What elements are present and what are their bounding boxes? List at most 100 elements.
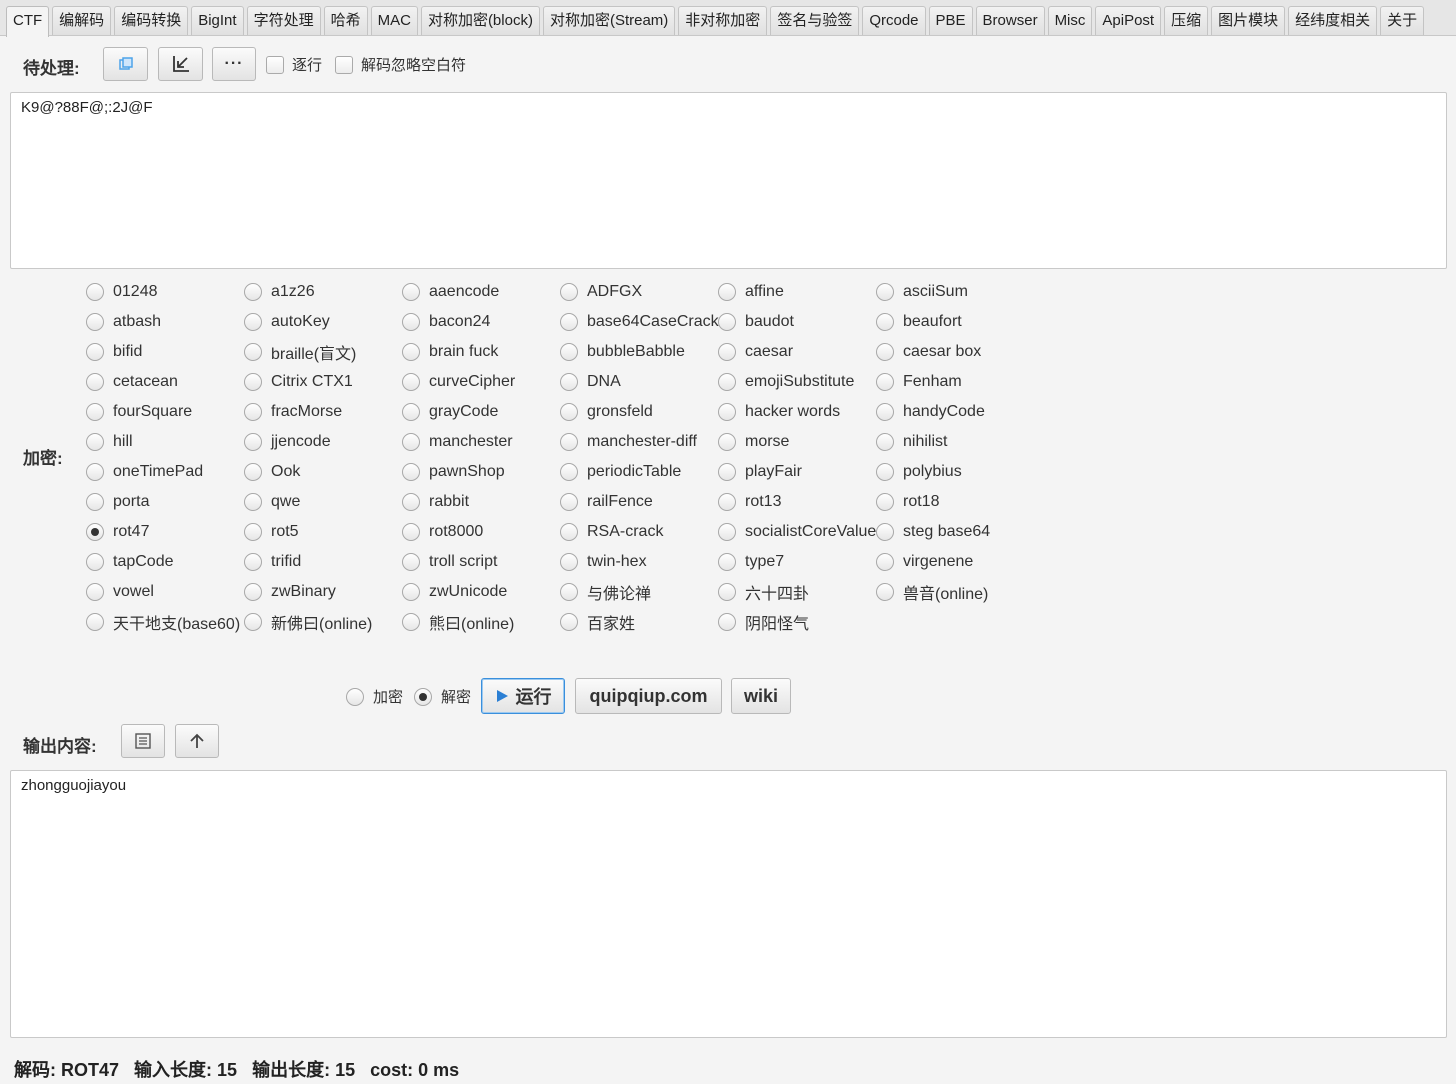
algorithm-option[interactable]: jjencode xyxy=(244,427,402,457)
algorithm-option[interactable]: rot5 xyxy=(244,517,402,547)
tab-item[interactable]: Misc xyxy=(1047,6,1093,35)
algorithm-option[interactable]: tapCode xyxy=(86,547,244,577)
tab-item[interactable]: Qrcode xyxy=(862,6,926,35)
algorithm-option[interactable]: 六十四卦 xyxy=(718,577,876,607)
algorithm-option[interactable]: virgenene xyxy=(876,547,1034,577)
line-by-line-checkbox[interactable]: 逐行 xyxy=(266,54,322,75)
algorithm-option[interactable]: base64CaseCrack xyxy=(560,307,719,337)
tab-item[interactable]: 对称加密(block) xyxy=(420,6,540,35)
algorithm-option[interactable]: handyCode xyxy=(876,397,1034,427)
algorithm-option[interactable]: zwUnicode xyxy=(402,577,560,607)
algorithm-option[interactable]: aaencode xyxy=(402,277,560,307)
algorithm-option[interactable]: 阴阳怪气 xyxy=(718,607,876,637)
algorithm-option[interactable]: grayCode xyxy=(402,397,560,427)
algorithm-option[interactable]: fourSquare xyxy=(86,397,244,427)
algorithm-option[interactable]: vowel xyxy=(86,577,244,607)
copy-output-button[interactable] xyxy=(121,724,165,758)
algorithm-option[interactable]: manchester-diff xyxy=(560,427,718,457)
algorithm-option[interactable]: caesar xyxy=(718,337,876,367)
algorithm-option[interactable]: Fenham xyxy=(876,367,1034,397)
algorithm-option[interactable]: socialistCoreValue xyxy=(718,517,876,547)
algorithm-option[interactable]: nihilist xyxy=(876,427,1034,457)
tab-item[interactable]: 签名与验签 xyxy=(770,6,860,35)
algorithm-option[interactable]: affine xyxy=(718,277,876,307)
algorithm-option[interactable]: 天干地支(base60) xyxy=(86,607,244,637)
algorithm-option[interactable]: pawnShop xyxy=(402,457,560,487)
algorithm-option[interactable]: caesar box xyxy=(876,337,1034,367)
algorithm-option[interactable]: Ook xyxy=(244,457,402,487)
tab-item[interactable]: 关于 xyxy=(1380,6,1425,35)
algorithm-option[interactable]: morse xyxy=(718,427,876,457)
tab-item[interactable]: 非对称加密 xyxy=(678,6,768,35)
copy-input-button[interactable] xyxy=(103,47,148,81)
tab-item[interactable]: PBE xyxy=(928,6,973,35)
more-button[interactable]: ··· xyxy=(212,47,256,81)
tab-item[interactable]: BigInt xyxy=(191,6,244,35)
tab-item[interactable]: 对称加密(Stream) xyxy=(542,6,676,35)
tab-item[interactable]: MAC xyxy=(370,6,418,35)
algorithm-option[interactable]: playFair xyxy=(718,457,876,487)
tab-item[interactable]: 经纬度相关 xyxy=(1288,6,1378,35)
tab-item[interactable]: 编解码 xyxy=(52,6,112,35)
algorithm-option[interactable]: bifid xyxy=(86,337,244,367)
algorithm-option[interactable]: brain fuck xyxy=(402,337,560,367)
algorithm-option[interactable]: type7 xyxy=(718,547,876,577)
algorithm-option[interactable]: asciiSum xyxy=(876,277,1034,307)
algorithm-option[interactable]: emojiSubstitute xyxy=(718,367,876,397)
algorithm-option[interactable]: RSA-crack xyxy=(560,517,718,547)
algorithm-option[interactable]: bacon24 xyxy=(402,307,560,337)
algorithm-option[interactable]: 新佛曰(online) xyxy=(244,607,402,637)
tab-item[interactable]: 字符处理 xyxy=(246,6,321,35)
tab-item[interactable]: ApiPost xyxy=(1095,6,1162,35)
algorithm-option[interactable]: autoKey xyxy=(244,307,402,337)
tab-item[interactable]: 编码转换 xyxy=(114,6,189,35)
algorithm-option[interactable]: polybius xyxy=(876,457,1034,487)
algorithm-option[interactable]: 兽音(online) xyxy=(876,577,1034,607)
algorithm-option[interactable]: porta xyxy=(86,487,244,517)
algorithm-option[interactable]: a1z26 xyxy=(244,277,402,307)
run-button[interactable]: 运行 xyxy=(481,678,565,714)
algorithm-option[interactable]: bubbleBabble xyxy=(560,337,718,367)
algorithm-option[interactable]: 与佛论禅 xyxy=(560,577,718,607)
import-button[interactable] xyxy=(158,47,203,81)
move-up-button[interactable] xyxy=(175,724,219,758)
algorithm-option[interactable]: steg base64 xyxy=(876,517,1034,547)
decrypt-radio[interactable]: 解密 xyxy=(414,686,471,707)
algorithm-option[interactable]: DNA xyxy=(560,367,718,397)
algorithm-option[interactable]: rot13 xyxy=(718,487,876,517)
algorithm-option[interactable]: Citrix CTX1 xyxy=(244,367,402,397)
algorithm-option[interactable]: braille(盲文) xyxy=(244,337,402,367)
algorithm-option[interactable]: hacker words xyxy=(718,397,876,427)
algorithm-option[interactable]: manchester xyxy=(402,427,560,457)
algorithm-option[interactable]: rot18 xyxy=(876,487,1034,517)
algorithm-option[interactable]: baudot xyxy=(718,307,876,337)
algorithm-option[interactable]: periodicTable xyxy=(560,457,718,487)
algorithm-option[interactable]: ADFGX xyxy=(560,277,718,307)
algorithm-option[interactable]: railFence xyxy=(560,487,718,517)
output-textarea[interactable]: zhongguojiayou xyxy=(10,770,1447,1038)
tab-item[interactable]: 压缩 xyxy=(1164,6,1209,35)
algorithm-option[interactable]: 熊曰(online) xyxy=(402,607,560,637)
algorithm-option[interactable]: rabbit xyxy=(402,487,560,517)
algorithm-option[interactable]: hill xyxy=(86,427,244,457)
algorithm-option[interactable]: trifid xyxy=(244,547,402,577)
algorithm-option[interactable]: 01248 xyxy=(86,277,244,307)
algorithm-option[interactable]: beaufort xyxy=(876,307,1034,337)
tab-item[interactable]: Browser xyxy=(975,6,1045,35)
algorithm-option[interactable]: rot47 xyxy=(86,517,244,547)
tab-item[interactable]: CTF xyxy=(6,6,50,37)
tab-item[interactable]: 图片模块 xyxy=(1211,6,1286,35)
encrypt-radio[interactable]: 加密 xyxy=(346,686,403,707)
input-textarea[interactable]: K9@?88F@;:2J@F xyxy=(10,92,1447,269)
algorithm-option[interactable]: twin-hex xyxy=(560,547,718,577)
algorithm-option[interactable]: atbash xyxy=(86,307,244,337)
algorithm-option[interactable]: zwBinary xyxy=(244,577,402,607)
algorithm-option[interactable]: cetacean xyxy=(86,367,244,397)
algorithm-option[interactable]: curveCipher xyxy=(402,367,560,397)
algorithm-option[interactable]: fracMorse xyxy=(244,397,402,427)
algorithm-option[interactable]: 百家姓 xyxy=(560,607,718,637)
wiki-button[interactable]: wiki xyxy=(731,678,791,714)
algorithm-option[interactable]: troll script xyxy=(402,547,560,577)
algorithm-option[interactable]: oneTimePad xyxy=(86,457,244,487)
ignore-whitespace-checkbox[interactable]: 解码忽略空白符 xyxy=(335,54,466,75)
